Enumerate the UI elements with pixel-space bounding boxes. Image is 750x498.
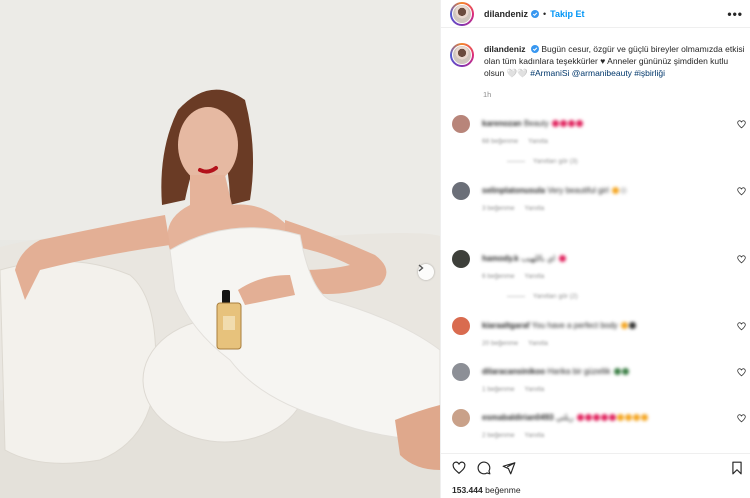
- heart-icon[interactable]: [737, 187, 746, 196]
- comment-avatar[interactable]: [452, 115, 470, 133]
- caption-avatar[interactable]: [450, 43, 474, 67]
- comment-meta: 68 beğenme Yanıtla: [482, 138, 558, 145]
- avatar[interactable]: [450, 1, 474, 26]
- reply-button[interactable]: Yanıtla: [525, 205, 545, 212]
- likes-count[interactable]: 153.444 beğenme: [452, 485, 521, 495]
- comment-avatar[interactable]: [452, 250, 470, 268]
- photo-illustration: [0, 0, 440, 498]
- heart-icon[interactable]: [737, 255, 746, 264]
- verified-badge-icon: [530, 45, 539, 53]
- caption-username[interactable]: dilandeniz: [484, 44, 526, 54]
- post-caption: dilandeniz Bugün cesur, özgür ve güçlü b…: [450, 43, 746, 79]
- comment-text: hamody.k اي باللهيب: [482, 254, 566, 263]
- comment-body: ريلتي: [555, 413, 574, 422]
- comment-likes[interactable]: 68 beğenme: [482, 138, 518, 145]
- heart-icon[interactable]: [737, 414, 746, 423]
- view-replies-button[interactable]: Yanıtları gör (2): [507, 293, 578, 300]
- comment-body: Very beautiful girl: [547, 186, 609, 195]
- heart-icon[interactable]: [737, 322, 746, 331]
- comment-username[interactable]: karenozan: [482, 119, 522, 128]
- comment-likes[interactable]: 1 beğenme: [482, 386, 515, 393]
- reply-button[interactable]: Yanıtla: [525, 386, 545, 393]
- post-photo[interactable]: [0, 0, 440, 498]
- separator-dot: •: [543, 8, 547, 19]
- send-icon[interactable]: [502, 461, 516, 475]
- post-action-bar: 153.444 beğenme: [441, 453, 750, 498]
- likes-number: 153.444: [452, 485, 483, 495]
- bookmark-icon[interactable]: [730, 461, 744, 475]
- comment-body: Harika bir güzellik: [547, 367, 611, 376]
- comment-likes[interactable]: 2 beğenme: [482, 432, 515, 439]
- comment-avatar[interactable]: [452, 363, 470, 381]
- post-side-panel: dilandeniz • Takip Et ••• dilandeniz Bug…: [440, 0, 750, 498]
- caption-tags[interactable]: #ArmaniSi @armanibeauty #işbirliği: [530, 68, 665, 78]
- post-header: dilandeniz • Takip Et •••: [441, 0, 750, 28]
- reply-button[interactable]: Yanıtla: [528, 138, 548, 145]
- comment-meta: 2 beğenme Yanıtla: [482, 432, 554, 439]
- comment-meta: 6 beğenme Yanıtla: [482, 273, 554, 280]
- comment-text: karenozan Beauty: [482, 119, 583, 128]
- reply-button[interactable]: Yanıtla: [525, 432, 545, 439]
- heart-icon[interactable]: [452, 461, 466, 475]
- comment-body: You have a perfect body: [531, 321, 618, 330]
- comment-icon[interactable]: [477, 461, 491, 475]
- caption-text: dilandeniz Bugün cesur, özgür ve güçlü b…: [484, 43, 746, 79]
- comment-text: kiaraaltgaraf You have a perfect body: [482, 321, 636, 330]
- comment-likes[interactable]: 6 beğenme: [482, 273, 515, 280]
- reply-button[interactable]: Yanıtla: [528, 340, 548, 347]
- header-username[interactable]: dilandeniz: [484, 9, 528, 19]
- comment-avatar[interactable]: [452, 317, 470, 335]
- comment-avatar[interactable]: [452, 409, 470, 427]
- chevron-right-icon: [418, 264, 424, 272]
- comment-text: selinplatonusula Very beautiful girl: [482, 186, 627, 195]
- heart-icon[interactable]: [737, 368, 746, 377]
- comment-username[interactable]: kiaraaltgaraf: [482, 321, 530, 330]
- more-options-icon[interactable]: •••: [727, 7, 743, 21]
- comment-avatar[interactable]: [452, 182, 470, 200]
- carousel-next-button[interactable]: [418, 264, 434, 280]
- comment-likes[interactable]: 3 beğenme: [482, 205, 515, 212]
- comment-likes[interactable]: 20 beğenme: [482, 340, 518, 347]
- verified-badge-icon: [531, 9, 540, 18]
- comment-text: dilaracansinikoo Harika bir güzellik: [482, 367, 629, 376]
- comment-body: Beauty: [523, 119, 549, 128]
- comment-meta: 1 beğenme Yanıtla: [482, 386, 554, 393]
- comment-username[interactable]: selinplatonusula: [482, 186, 545, 195]
- view-replies-button[interactable]: Yanıtları gör (3): [507, 158, 578, 165]
- follow-button[interactable]: Takip Et: [550, 9, 584, 19]
- heart-icon[interactable]: [737, 120, 746, 129]
- reply-button[interactable]: Yanıtla: [525, 273, 545, 280]
- comment-body: اي باللهيب: [520, 254, 556, 263]
- comment-text: esmabaldirian0493 ريلتي: [482, 413, 648, 422]
- comment-meta: 20 beğenme Yanıtla: [482, 340, 558, 347]
- comment-meta: 3 beğenme Yanıtla: [482, 205, 554, 212]
- comment-username[interactable]: esmabaldirian0493: [482, 413, 554, 422]
- comment-username[interactable]: hamody.k: [482, 254, 519, 263]
- post-time: 1h: [483, 90, 492, 99]
- comment-username[interactable]: dilaracansinikoo: [482, 367, 545, 376]
- likes-label: beğenme: [485, 485, 521, 495]
